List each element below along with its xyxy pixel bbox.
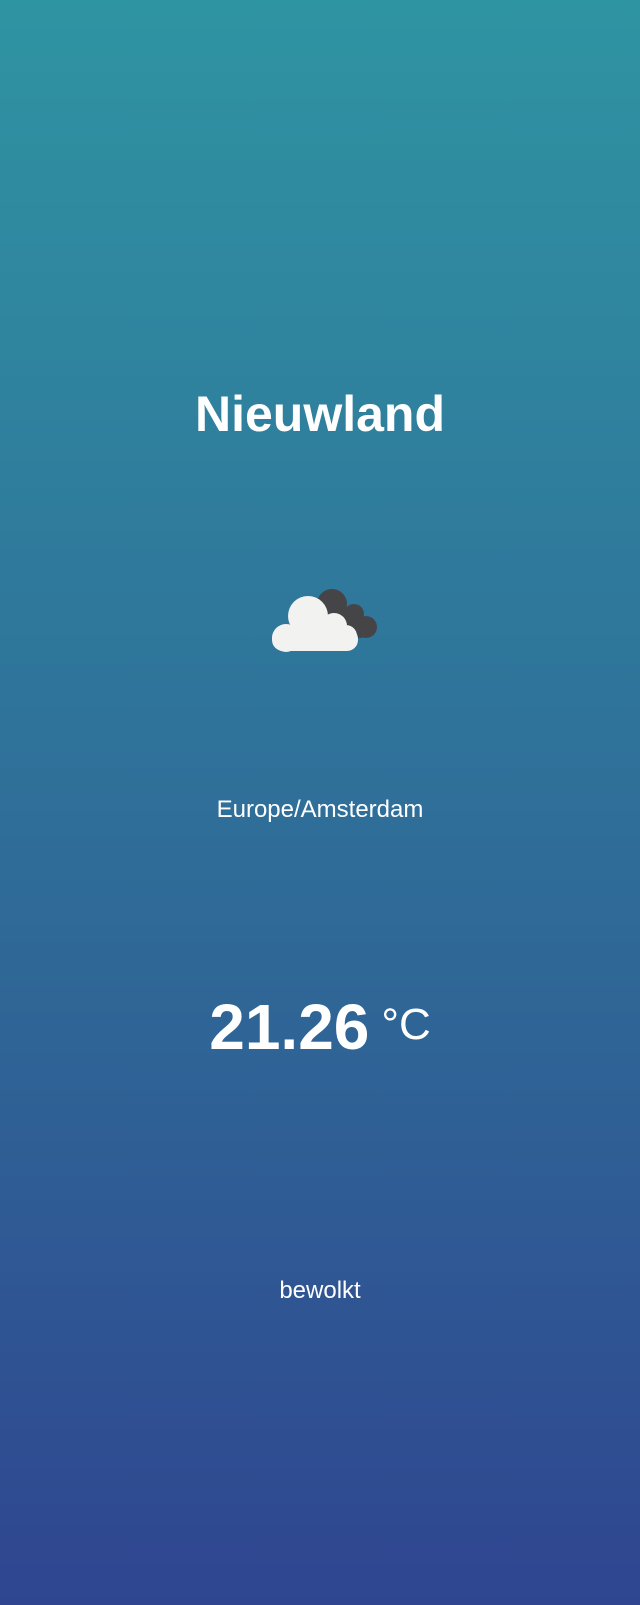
- cloudy-icon: [270, 582, 380, 654]
- temperature-value: 21.26: [209, 991, 370, 1063]
- timezone-label: Europe/Amsterdam: [216, 796, 424, 823]
- temperature-row: 21.26 °C: [0, 985, 640, 1085]
- city-name: Nieuwland: [194, 386, 446, 442]
- weather-description: bewolkt: [279, 1277, 361, 1304]
- temperature-unit: °C: [381, 1000, 431, 1049]
